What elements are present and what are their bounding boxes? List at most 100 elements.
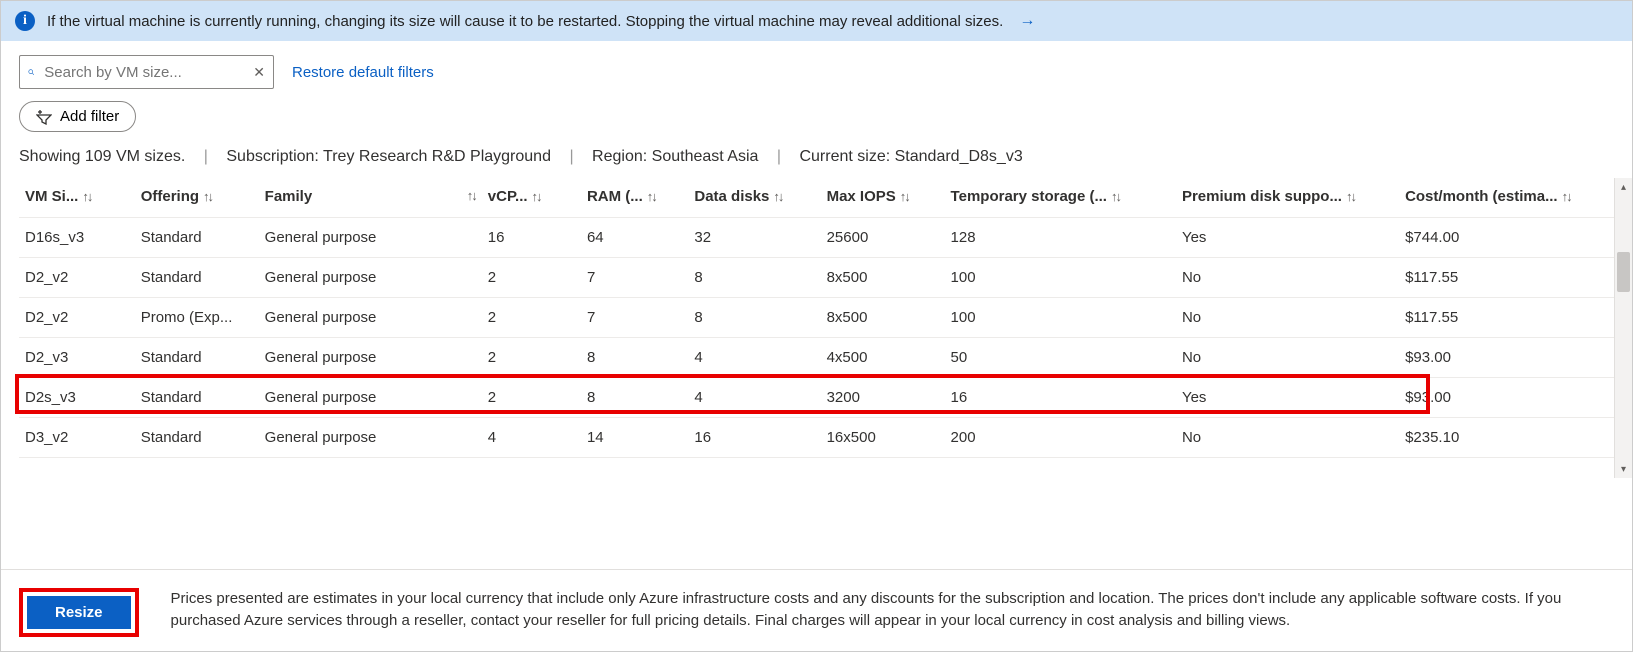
table-row[interactable]: D16s_v3StandardGeneral purpose1664322560… <box>19 218 1614 258</box>
cell-cost: $117.55 <box>1399 258 1614 298</box>
cell-vcpu: 2 <box>482 378 581 418</box>
col-cost[interactable]: Cost/month (estima...↑↓ <box>1399 178 1614 218</box>
subscription-label: Subscription: <box>226 148 319 165</box>
cell-size: D3_v2 <box>19 418 135 458</box>
cell-cost: $235.10 <box>1399 418 1614 458</box>
cell-premium: No <box>1176 258 1399 298</box>
cell-temp: 50 <box>945 338 1176 378</box>
cell-cost: $117.55 <box>1399 298 1614 338</box>
col-premium-disk[interactable]: Premium disk suppo...↑↓ <box>1176 178 1399 218</box>
col-max-iops[interactable]: Max IOPS↑↓ <box>821 178 945 218</box>
region-label: Region: <box>592 148 647 165</box>
region-value: Southeast Asia <box>652 148 759 165</box>
cell-size: D2_v2 <box>19 298 135 338</box>
cell-temp: 16 <box>945 378 1176 418</box>
cell-temp: 200 <box>945 418 1176 458</box>
cell-size: D2_v3 <box>19 338 135 378</box>
clear-icon[interactable]: ✕ <box>253 64 265 81</box>
cell-cost: $744.00 <box>1399 218 1614 258</box>
cell-offering: Standard <box>135 418 259 458</box>
sort-icon: ↑↓ <box>900 189 909 204</box>
cell-vcpu: 2 <box>482 298 581 338</box>
subscription-value: Trey Research R&D Playground <box>323 148 551 165</box>
cell-family: General purpose <box>259 378 482 418</box>
col-offering[interactable]: Offering↑↓ <box>135 178 259 218</box>
col-data-disks[interactable]: Data disks↑↓ <box>688 178 820 218</box>
sort-icon: ↑↓ <box>1346 189 1355 204</box>
cell-family: General purpose <box>259 218 482 258</box>
cell-ram: 14 <box>581 418 688 458</box>
restore-filters-link[interactable]: Restore default filters <box>292 64 434 81</box>
search-icon <box>28 64 34 80</box>
cell-disks: 16 <box>688 418 820 458</box>
table-row[interactable]: D3_v2StandardGeneral purpose4141616x5002… <box>19 418 1614 458</box>
scroll-down-icon[interactable]: ▾ <box>1615 460 1632 478</box>
sort-icon: ↑↓ <box>467 188 476 203</box>
cell-temp: 100 <box>945 258 1176 298</box>
cell-iops: 25600 <box>821 218 945 258</box>
table-row[interactable]: D2_v2Promo (Exp...General purpose2788x50… <box>19 298 1614 338</box>
cell-iops: 4x500 <box>821 338 945 378</box>
cell-premium: Yes <box>1176 378 1399 418</box>
sort-icon: ↑↓ <box>1111 189 1120 204</box>
search-input[interactable] <box>42 63 245 82</box>
cell-vcpu: 2 <box>482 338 581 378</box>
cell-temp: 100 <box>945 298 1176 338</box>
vm-size-table-wrap: VM Si...↑↓ Offering↑↓ Family↑↓ vCP...↑↓ … <box>1 178 1632 478</box>
vm-size-table: VM Si...↑↓ Offering↑↓ Family↑↓ vCP...↑↓ … <box>19 178 1614 458</box>
cell-iops: 16x500 <box>821 418 945 458</box>
info-icon: i <box>15 11 35 31</box>
cell-disks: 32 <box>688 218 820 258</box>
cell-size: D2_v2 <box>19 258 135 298</box>
cell-premium: No <box>1176 418 1399 458</box>
cell-size: D2s_v3 <box>19 378 135 418</box>
cell-vcpu: 4 <box>482 418 581 458</box>
cell-family: General purpose <box>259 258 482 298</box>
cell-offering: Promo (Exp... <box>135 298 259 338</box>
col-ram[interactable]: RAM (...↑↓ <box>581 178 688 218</box>
cell-family: General purpose <box>259 338 482 378</box>
info-banner: i If the virtual machine is currently ru… <box>1 1 1632 41</box>
cell-disks: 8 <box>688 298 820 338</box>
cell-offering: Standard <box>135 338 259 378</box>
filter-add-icon <box>36 109 52 125</box>
cell-size: D16s_v3 <box>19 218 135 258</box>
cell-iops: 3200 <box>821 378 945 418</box>
current-size-value: Standard_D8s_v3 <box>895 148 1023 165</box>
add-filter-button[interactable]: Add filter <box>19 101 136 132</box>
search-input-wrapper[interactable]: ✕ <box>19 55 274 89</box>
cell-cost: $93.00 <box>1399 338 1614 378</box>
scrollbar[interactable]: ▴ ▾ <box>1614 178 1632 478</box>
col-vm-size[interactable]: VM Si...↑↓ <box>19 178 135 218</box>
cell-family: General purpose <box>259 298 482 338</box>
cell-iops: 8x500 <box>821 298 945 338</box>
table-row[interactable]: D2s_v3StandardGeneral purpose284320016Ye… <box>19 378 1614 418</box>
sort-icon: ↑↓ <box>773 189 782 204</box>
cell-vcpu: 16 <box>482 218 581 258</box>
info-banner-text: If the virtual machine is currently runn… <box>47 13 1003 30</box>
table-row[interactable]: D2_v3StandardGeneral purpose2844x50050No… <box>19 338 1614 378</box>
sort-icon: ↑↓ <box>647 189 656 204</box>
sort-icon: ↑↓ <box>203 189 212 204</box>
col-temp-storage[interactable]: Temporary storage (...↑↓ <box>945 178 1176 218</box>
cell-premium: No <box>1176 298 1399 338</box>
table-row[interactable]: D2_v2StandardGeneral purpose2788x500100N… <box>19 258 1614 298</box>
resize-button[interactable]: Resize <box>27 596 131 629</box>
scroll-thumb[interactable] <box>1617 252 1630 292</box>
sort-icon: ↑↓ <box>82 189 91 204</box>
cell-iops: 8x500 <box>821 258 945 298</box>
scroll-up-icon[interactable]: ▴ <box>1615 178 1632 196</box>
cell-family: General purpose <box>259 418 482 458</box>
sort-icon: ↑↓ <box>1562 189 1571 204</box>
cell-ram: 8 <box>581 378 688 418</box>
cell-ram: 7 <box>581 258 688 298</box>
cell-disks: 4 <box>688 338 820 378</box>
col-family[interactable]: Family↑↓ <box>259 178 482 218</box>
sort-icon: ↑↓ <box>532 189 541 204</box>
cell-disks: 8 <box>688 258 820 298</box>
col-vcpu[interactable]: vCP...↑↓ <box>482 178 581 218</box>
current-size-label: Current size: <box>799 148 890 165</box>
status-line: Showing 109 VM sizes. | Subscription: Tr… <box>1 142 1632 178</box>
pricing-disclaimer: Prices presented are estimates in your l… <box>171 588 1614 632</box>
arrow-right-icon[interactable]: → <box>1019 12 1035 30</box>
